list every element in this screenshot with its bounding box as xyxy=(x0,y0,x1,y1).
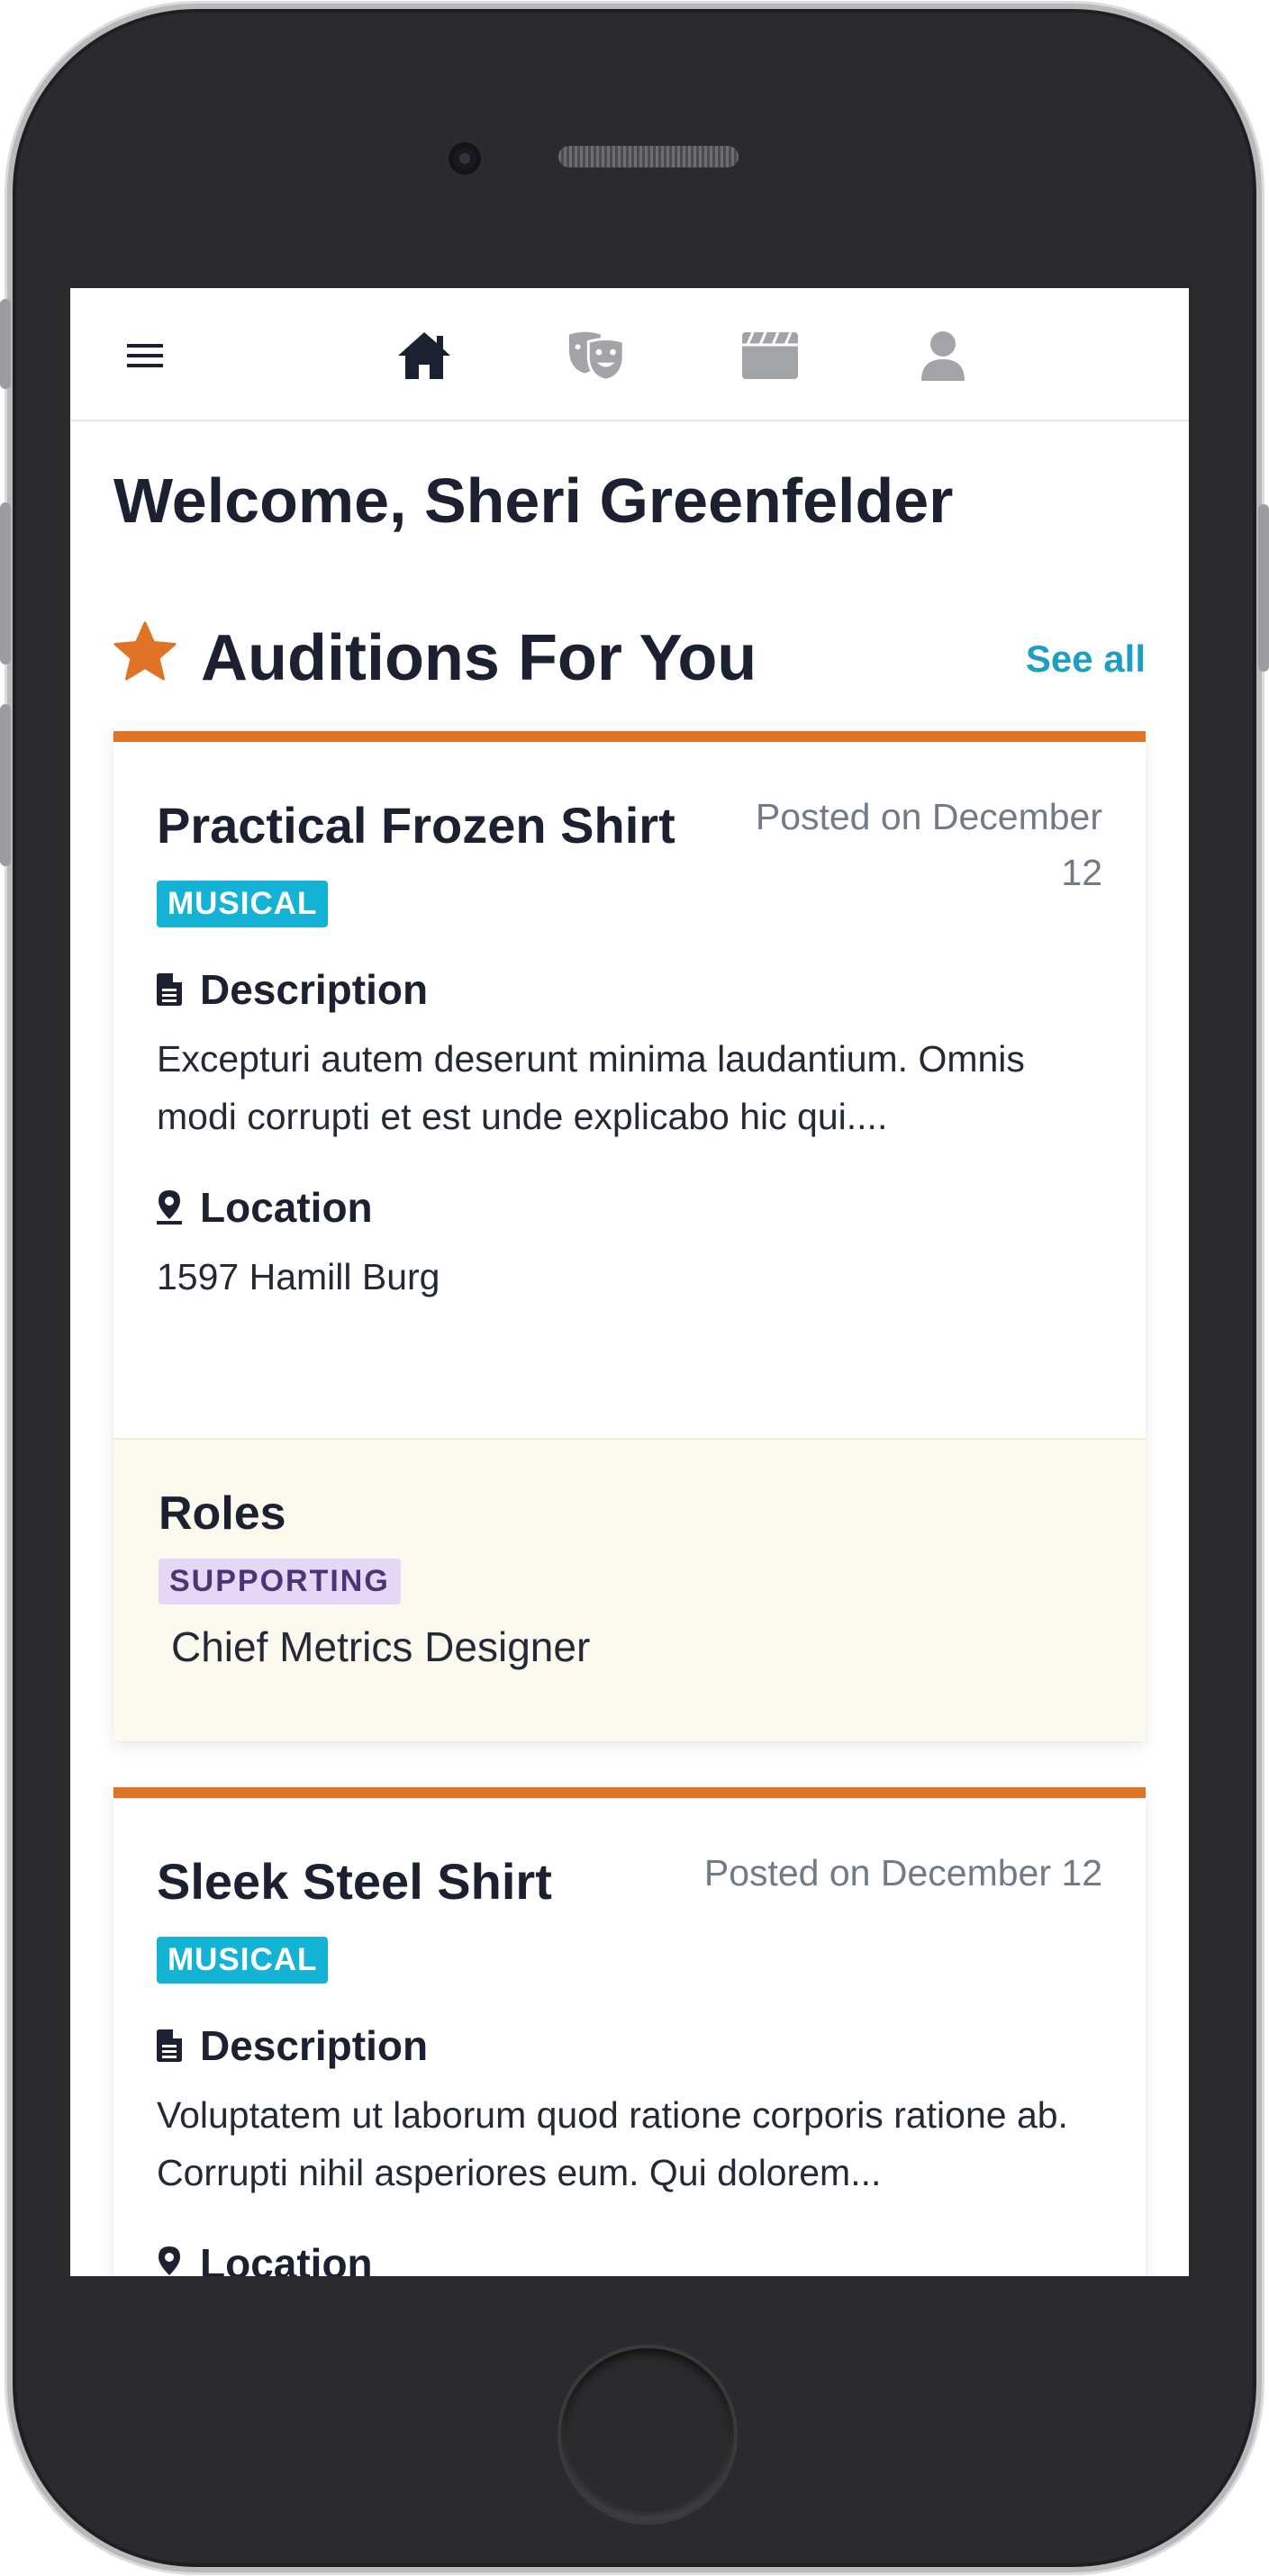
roles-panel: Roles SUPPORTING Chief Metrics Designer xyxy=(113,1438,1146,1741)
front-camera xyxy=(449,142,481,175)
clapperboard-icon xyxy=(742,332,798,379)
section-title: Auditions For You xyxy=(201,622,757,694)
nav-home[interactable] xyxy=(393,324,456,387)
welcome-heading: Welcome, Sheri Greenfelder xyxy=(113,465,954,536)
roles-heading: Roles xyxy=(159,1487,286,1540)
volume-down-button xyxy=(0,704,11,866)
location-heading: Location xyxy=(157,2239,1102,2276)
nav-theater[interactable] xyxy=(566,324,629,387)
location-label: Location xyxy=(200,1184,373,1231)
document-icon xyxy=(157,973,182,1006)
volume-up-button xyxy=(0,502,11,664)
posted-date: Posted on December 12 xyxy=(755,796,1102,893)
power-button xyxy=(1258,504,1269,672)
posted-date: Posted on December 12 xyxy=(703,1852,1102,1894)
description-label: Description xyxy=(200,966,429,1013)
nav-profile[interactable] xyxy=(911,324,974,387)
description-heading: Description xyxy=(157,965,1102,1014)
audition-card[interactable]: Sleek Steel Shirt Posted on December 12 … xyxy=(113,1787,1146,2276)
mute-switch xyxy=(0,299,11,389)
location-text: 1597 Hamill Burg xyxy=(157,1256,440,1297)
description-text: Excepturi autem deserunt minima laudanti… xyxy=(157,1038,1025,1137)
role-type-badge: SUPPORTING xyxy=(159,1559,401,1604)
theater-masks-icon xyxy=(568,331,625,382)
nav-productions[interactable] xyxy=(739,324,802,387)
audition-title[interactable]: Practical Frozen Shirt xyxy=(157,785,679,866)
star-icon xyxy=(113,621,177,681)
description-text: Voluptatem ut laborum quod ratione corpo… xyxy=(157,2094,1068,2193)
map-pin-icon xyxy=(157,1190,182,1225)
audition-type-badge: MUSICAL xyxy=(157,881,329,927)
menu-button[interactable] xyxy=(113,324,177,387)
app-screen: Welcome, Sheri Greenfelder Auditions For… xyxy=(70,288,1189,2276)
description-heading: Description xyxy=(157,2021,1102,2070)
description-label: Description xyxy=(200,2022,429,2069)
home-icon xyxy=(398,332,450,379)
location-heading: Location xyxy=(157,1183,1102,1232)
audition-type-badge: MUSICAL xyxy=(157,1937,329,1984)
see-all-link[interactable]: See all xyxy=(1026,637,1146,681)
auditions-section-header: Auditions For You See all xyxy=(113,618,1146,694)
user-icon xyxy=(921,331,965,381)
earpiece-speaker xyxy=(558,146,739,167)
hamburger-icon xyxy=(127,344,163,367)
top-navbar xyxy=(70,288,1189,421)
role-name[interactable]: Chief Metrics Designer xyxy=(171,1622,1102,1671)
audition-card[interactable]: Practical Frozen Shirt Posted on Decembe… xyxy=(113,731,1146,1741)
location-label: Location xyxy=(200,2240,373,2276)
document-icon xyxy=(157,2029,182,2062)
map-pin-icon xyxy=(159,2246,180,2275)
home-button[interactable] xyxy=(557,2345,738,2525)
